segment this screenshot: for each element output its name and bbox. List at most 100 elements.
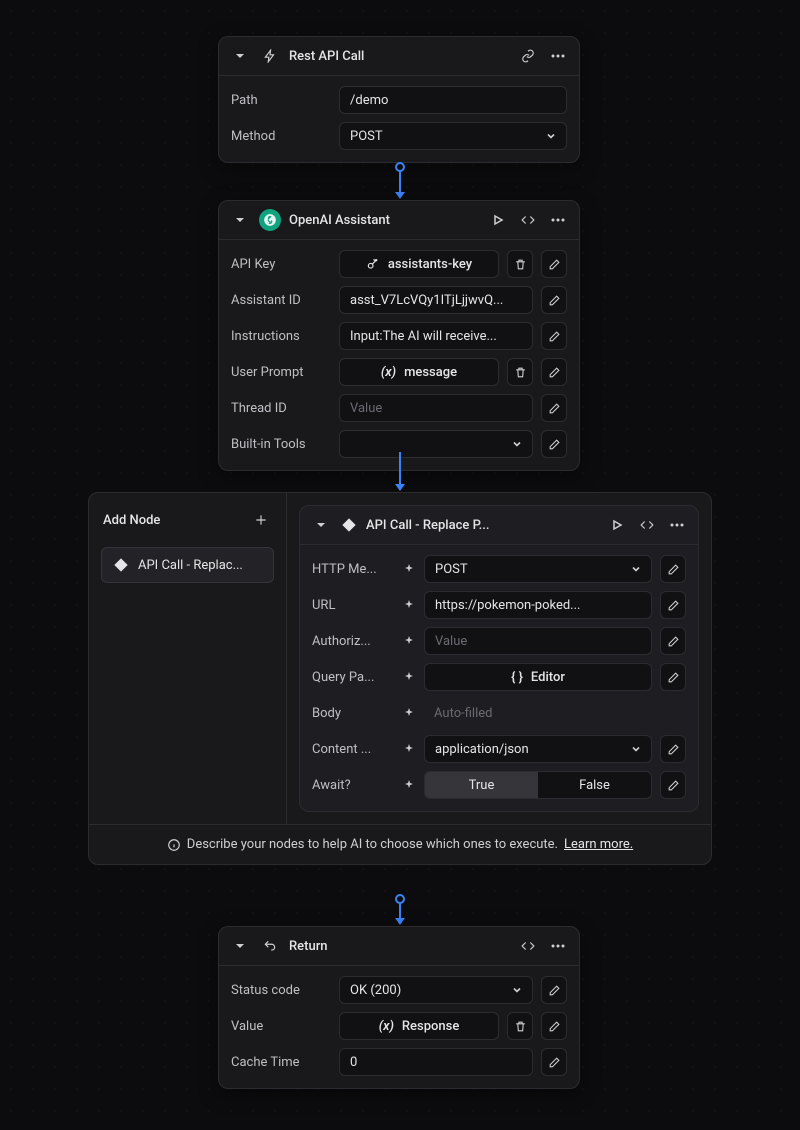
sidebar-item-api-call[interactable]: API Call - Replac... [101, 547, 274, 583]
info-bar: Describe your nodes to help AI to choose… [89, 824, 711, 864]
tools-select[interactable] [339, 430, 533, 458]
edit-button[interactable] [541, 358, 567, 386]
code-icon[interactable] [517, 935, 539, 957]
await-toggle[interactable]: True False [424, 771, 652, 799]
code-icon[interactable] [517, 209, 539, 231]
plus-icon[interactable] [250, 509, 272, 531]
await-false-option[interactable]: False [538, 772, 651, 798]
instructions-field[interactable]: Input:The AI will receive... [339, 322, 533, 350]
lightning-icon [259, 45, 281, 67]
sparkle-icon[interactable] [402, 562, 416, 576]
edit-button[interactable] [541, 976, 567, 1004]
chevron-down-icon [631, 744, 641, 754]
assistant-id-field[interactable]: asst_V7LcVQy1ITjLjjwvQ... [339, 286, 533, 314]
method-select[interactable]: POST [339, 122, 567, 150]
add-node-container: Add Node API Call - Replac... API Call -… [88, 492, 712, 865]
field-label: Content ... [312, 742, 394, 757]
url-field[interactable]: https://pokemon-poked... [424, 591, 652, 619]
sparkle-icon[interactable] [402, 742, 416, 756]
field-label: User Prompt [231, 365, 331, 380]
play-icon[interactable] [487, 209, 509, 231]
edit-button[interactable] [541, 394, 567, 422]
sparkle-icon[interactable] [402, 598, 416, 612]
field-label: Instructions [231, 329, 331, 344]
key-icon [366, 257, 380, 271]
edit-button[interactable] [541, 286, 567, 314]
collapse-icon[interactable] [229, 209, 251, 231]
braces-icon: { } [511, 670, 523, 685]
field-label: Built-in Tools [231, 437, 331, 452]
field-label: Path [231, 93, 331, 108]
field-label: URL [312, 598, 394, 613]
cache-time-field[interactable]: 0 [339, 1048, 533, 1076]
learn-more-link[interactable]: Learn more. [564, 837, 633, 852]
field-label: Query Pa... [312, 670, 394, 685]
edit-button[interactable] [660, 627, 686, 655]
add-node-title: Add Node [103, 513, 160, 528]
field-label: Authoriz... [312, 634, 394, 649]
sparkle-icon[interactable] [402, 670, 416, 684]
sparkle-icon[interactable] [402, 706, 416, 720]
status-select[interactable]: OK (200) [339, 976, 533, 1004]
link-icon[interactable] [517, 45, 539, 67]
more-icon[interactable] [547, 45, 569, 67]
edit-button[interactable] [660, 771, 686, 799]
chevron-down-icon [512, 985, 522, 995]
edit-button[interactable] [541, 1048, 567, 1076]
return-icon [259, 935, 281, 957]
edit-button[interactable] [660, 555, 686, 583]
code-icon[interactable] [636, 514, 658, 536]
edit-button[interactable] [541, 322, 567, 350]
field-label: Status code [231, 983, 331, 998]
node-title: Rest API Call [289, 49, 509, 64]
field-label: Cache Time [231, 1055, 331, 1070]
field-label: Value [231, 1019, 331, 1034]
node-api-call: API Call - Replace P... HTTP Me... POST … [299, 505, 699, 812]
info-text: Describe your nodes to help AI to choose… [187, 837, 558, 852]
node-title: OpenAI Assistant [289, 213, 479, 228]
edit-button[interactable] [541, 430, 567, 458]
delete-button[interactable] [507, 1012, 533, 1040]
collapse-icon[interactable] [229, 45, 251, 67]
query-editor-button[interactable]: { } Editor [424, 663, 652, 691]
edit-button[interactable] [541, 1012, 567, 1040]
content-type-select[interactable]: application/json [424, 735, 652, 763]
play-icon[interactable] [606, 514, 628, 536]
api-key-field[interactable]: assistants-key [339, 250, 499, 278]
edit-button[interactable] [660, 591, 686, 619]
chevron-down-icon [512, 439, 522, 449]
value-field[interactable]: (x) Response [339, 1012, 499, 1040]
sparkle-icon[interactable] [402, 778, 416, 792]
path-input[interactable]: /demo [339, 86, 567, 114]
delete-button[interactable] [507, 250, 533, 278]
delete-button[interactable] [507, 358, 533, 386]
sidebar-item-label: API Call - Replac... [138, 558, 263, 573]
connector [399, 452, 401, 490]
node-header: Rest API Call [219, 37, 579, 76]
more-icon[interactable] [547, 209, 569, 231]
edit-button[interactable] [660, 735, 686, 763]
sparkle-icon[interactable] [402, 634, 416, 648]
node-title: Return [289, 939, 509, 954]
field-label: Method [231, 129, 331, 144]
field-label: HTTP Me... [312, 562, 394, 577]
chevron-down-icon [546, 131, 556, 141]
user-prompt-field[interactable]: (x) message [339, 358, 499, 386]
collapse-icon[interactable] [229, 935, 251, 957]
http-method-select[interactable]: POST [424, 555, 652, 583]
more-icon[interactable] [547, 935, 569, 957]
auth-field[interactable]: Value [424, 627, 652, 655]
edit-button[interactable] [660, 663, 686, 691]
diamond-icon [340, 516, 358, 534]
collapse-icon[interactable] [310, 514, 332, 536]
connector [399, 900, 401, 924]
diamond-icon [112, 556, 130, 574]
await-true-option[interactable]: True [425, 772, 538, 798]
thread-id-field[interactable]: Value [339, 394, 533, 422]
node-title: API Call - Replace P... [366, 518, 598, 533]
more-icon[interactable] [666, 514, 688, 536]
openai-icon [259, 209, 281, 231]
field-label: API Key [231, 257, 331, 272]
connector [399, 168, 401, 198]
edit-button[interactable] [541, 250, 567, 278]
